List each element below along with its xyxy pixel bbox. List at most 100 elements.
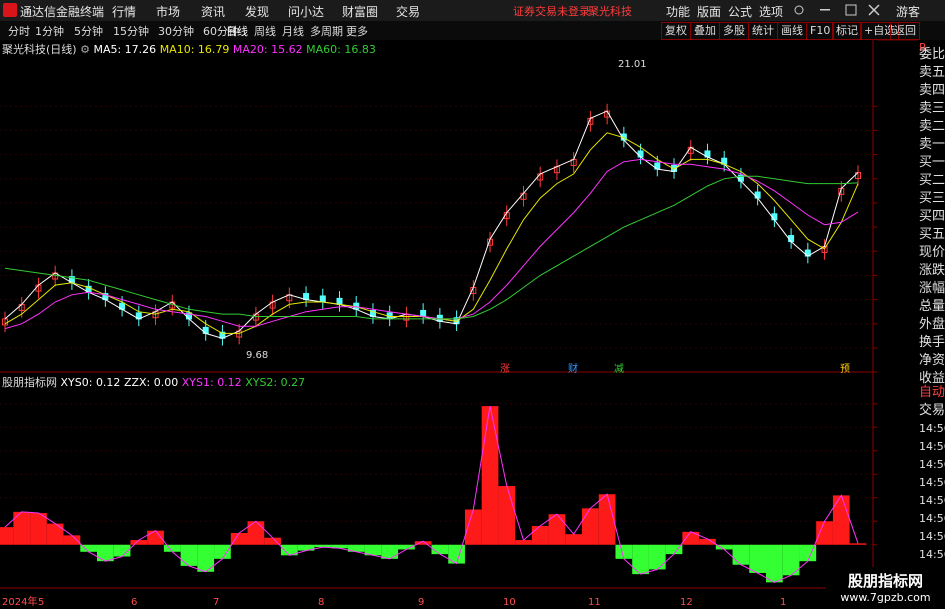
panel-buy2: 买二 <box>919 173 945 188</box>
panel-sell4: 卖四 <box>919 83 945 98</box>
indicator-bar <box>247 521 265 545</box>
low-price-label: 9.68 <box>246 350 269 361</box>
watermark: 股朋指标网 www.7gpzb.com <box>826 567 945 609</box>
watermark-url: www.7gpzb.com <box>840 591 931 604</box>
ma10-label: MA10: 16.79 <box>159 43 230 56</box>
panel-time-7: 14:56 <box>919 530 945 543</box>
xys2-label: XYS2: 0.27 <box>245 376 306 389</box>
main-chart-legend: 聚光科技(日线) ⚙ MA5: 17.26 MA10: 16.79 MA20: … <box>2 41 376 57</box>
diejia-button[interactable]: 叠加 <box>690 22 720 40</box>
indicator-bar <box>398 544 415 550</box>
panel-buy5: 买五 <box>919 227 945 242</box>
indicator-bar <box>816 521 833 545</box>
ma5-label: MA5: 17.26 <box>93 43 157 56</box>
panel-sell3: 卖三 <box>919 101 945 116</box>
panel-time-2: 14:56 <box>919 440 945 453</box>
marker-zhang[interactable]: 涨 <box>500 360 510 375</box>
x-axis-label: 10 <box>503 597 516 608</box>
indicator-bar <box>163 544 181 552</box>
x-axis-label: 7 <box>213 597 219 608</box>
indicator-bar <box>481 406 499 545</box>
menu-zixun[interactable]: 资讯 <box>201 3 225 20</box>
login-notice[interactable]: 证券交易未登录 <box>513 3 590 19</box>
panel-volume: 总量 <box>919 299 945 314</box>
panel-weibi: 委比 <box>919 47 945 62</box>
period-5min[interactable]: 5分钟 <box>74 23 103 39</box>
panel-auto[interactable]: 自动 <box>919 386 945 400</box>
indicator-bar <box>214 544 231 559</box>
candle-body <box>637 150 644 158</box>
back-button[interactable]: 返回 <box>890 22 920 40</box>
period-week[interactable]: 周线 <box>254 23 276 39</box>
menu-xuanxiang[interactable]: 选项 <box>759 3 783 20</box>
period-toolbar: 分时 1分钟 5分钟 15分钟 30分钟 60分钟 日线 周线 月线 多周期 更… <box>0 21 945 41</box>
panel-price: 现价 <box>919 245 945 260</box>
fuquan-button[interactable]: 复权 <box>661 22 691 40</box>
high-price-label: 21.01 <box>618 59 647 70</box>
zzx-label: ZZX: 0.00 <box>123 376 179 389</box>
period-fenshi[interactable]: 分时 <box>8 23 30 39</box>
menu-shichang[interactable]: 市场 <box>156 3 180 20</box>
biaoji-button[interactable]: 标记 <box>832 22 862 40</box>
close-icon[interactable] <box>868 4 880 16</box>
sub-chart-title: 股朋指标网 <box>2 376 57 389</box>
indicator-bar <box>0 527 14 545</box>
x-axis-label: 2024年 <box>2 595 37 608</box>
panel-earnings: 收益 <box>919 371 945 386</box>
settings-icon[interactable] <box>792 4 806 16</box>
indicator-bar <box>766 544 783 583</box>
sub-chart-legend: 股朋指标网 XYS0: 0.12 ZZX: 0.00 XYS1: 0.12 XY… <box>2 374 305 390</box>
menu-gongshi[interactable]: 公式 <box>728 3 752 20</box>
minimize-icon[interactable] <box>820 9 832 12</box>
panel-sell1: 卖一 <box>919 137 945 152</box>
menu-faxian[interactable]: 发现 <box>245 3 269 20</box>
menu-caifuquan[interactable]: 财富圈 <box>342 3 378 20</box>
indicator-bar <box>632 544 649 575</box>
chart-area[interactable]: 10.0011.0012.0013.0014.0015.0016.0017.00… <box>0 40 877 609</box>
indicator-bar <box>46 523 64 545</box>
marker-cai[interactable]: 财 <box>568 360 578 375</box>
ma60-label: MA60: 16.83 <box>306 43 376 56</box>
indicator-bar <box>598 494 616 545</box>
app-name: 通达信金融终端 <box>20 5 105 19</box>
tongji-button[interactable]: 统计 <box>748 22 778 40</box>
f10-button[interactable]: F10 <box>806 22 835 40</box>
panel-buy4: 买四 <box>919 209 945 224</box>
panel-trade[interactable]: 交易 <box>919 404 945 418</box>
indicator-bar <box>96 544 114 562</box>
guest-label[interactable]: 游客 <box>896 3 920 20</box>
title-bar: 通达信金融终端 行情 市场 资讯 发现 问小达 财富圈 交易 证券交易未登录 聚… <box>0 0 945 22</box>
period-1min[interactable]: 1分钟 <box>35 23 64 39</box>
x-axis-label: 8 <box>318 597 324 608</box>
menu-banmian[interactable]: 版面 <box>697 3 721 20</box>
period-day[interactable]: 日线 <box>226 23 248 39</box>
period-more[interactable]: 更多 <box>346 23 368 39</box>
xys1-label: XYS1: 0.12 <box>181 376 242 389</box>
menu-wenxiaoda[interactable]: 问小达 <box>288 3 324 20</box>
marker-yu[interactable]: 预 <box>840 360 850 375</box>
panel-netasset: 净资 <box>919 353 945 368</box>
menu-hangqing[interactable]: 行情 <box>112 3 136 20</box>
menu-jiaoyi[interactable]: 交易 <box>396 3 420 20</box>
maximize-icon[interactable] <box>845 4 857 16</box>
x-axis-label: 11 <box>588 597 601 608</box>
period-30min[interactable]: 30分钟 <box>158 23 194 39</box>
huaxian-button[interactable]: 画线 <box>777 22 807 40</box>
indicator-bar <box>749 544 767 573</box>
period-multi[interactable]: 多周期 <box>310 23 343 39</box>
right-quote-panel: R 委比 卖五 卖四 卖三 卖二 卖一 买一 买二 买三 买四 买五 现价 涨跌… <box>917 40 945 609</box>
panel-time-1: 14:56 <box>919 422 945 435</box>
period-15min[interactable]: 15分钟 <box>113 23 149 39</box>
duogu-button[interactable]: 多股 <box>719 22 749 40</box>
menu-gongneng[interactable]: 功能 <box>666 3 690 20</box>
indicator-bar <box>30 513 47 545</box>
indicator-bar <box>582 508 599 545</box>
marker-jian[interactable]: 减 <box>614 360 624 375</box>
period-month[interactable]: 月线 <box>282 23 304 39</box>
x-axis-label: 9 <box>418 597 424 608</box>
settings-gear-icon[interactable]: ⚙ <box>80 43 90 56</box>
candle-body <box>754 191 761 199</box>
panel-sell5: 卖五 <box>919 65 945 80</box>
indicator-bar <box>531 525 549 545</box>
panel-time-5: 14:56 <box>919 494 945 507</box>
